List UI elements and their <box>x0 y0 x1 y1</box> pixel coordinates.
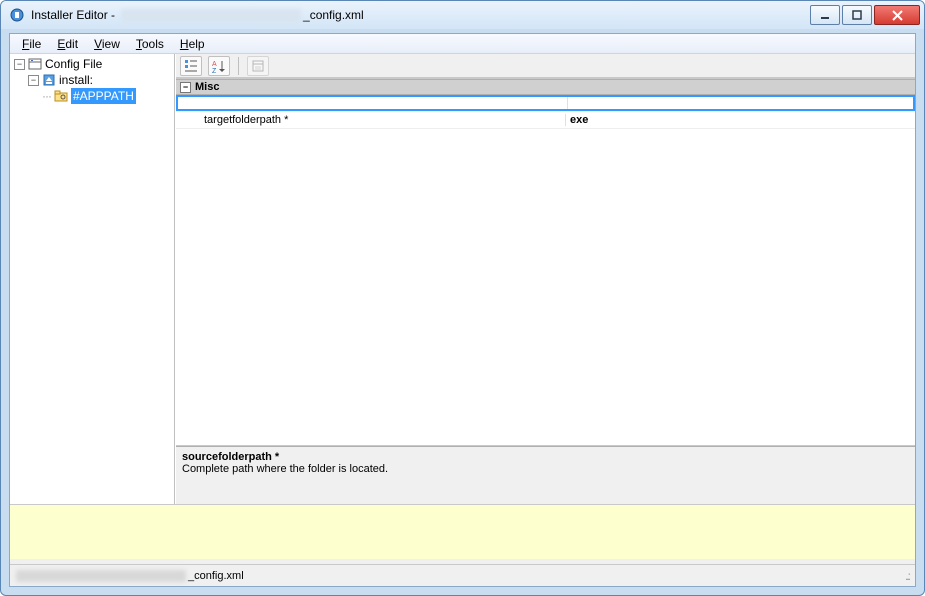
window-title-prefix: Installer Editor - <box>31 8 115 22</box>
desc-prop-name: sourcefolderpath * <box>182 451 909 463</box>
alpha-sort-button[interactable]: AZ <box>208 56 230 76</box>
maximize-button[interactable] <box>842 5 872 25</box>
tree-apppath-row[interactable]: ··· #APPPATH <box>42 88 172 104</box>
property-grid[interactable]: − Misc sourcefolderpath * #APPPATH targe… <box>176 78 915 446</box>
svg-text:Z: Z <box>212 68 217 73</box>
window-buttons <box>808 5 920 25</box>
status-filename: _config.xml <box>188 570 244 582</box>
tree-leaf-dots: ··· <box>42 88 51 104</box>
propgrid-toolbar: AZ <box>176 54 915 78</box>
expand-icon[interactable]: − <box>28 75 39 86</box>
tree-root-row[interactable]: − Config File <box>14 56 172 72</box>
tree-pane[interactable]: − Config File − <box>10 54 175 504</box>
menu-edit[interactable]: Edit <box>49 36 86 52</box>
menubar: File Edit View Tools Help <box>10 34 915 54</box>
resize-grip-icon[interactable]: ..: <box>905 569 909 583</box>
client-area: File Edit View Tools Help − <box>9 33 916 587</box>
property-pages-button[interactable] <box>247 56 269 76</box>
prop-value[interactable]: #APPPATH <box>568 97 913 109</box>
propgrid-category-label: Misc <box>195 81 219 93</box>
window-title-suffix: _config.xml <box>303 8 364 22</box>
propgrid-row[interactable]: sourcefolderpath * #APPPATH <box>176 95 915 112</box>
toolbar-separator <box>238 57 239 75</box>
output-panel[interactable] <box>10 504 915 559</box>
prop-name: targetfolderpath * <box>176 114 566 126</box>
config-icon <box>28 57 42 71</box>
categorized-button[interactable] <box>180 56 202 76</box>
install-icon <box>42 73 56 87</box>
propgrid-category[interactable]: − Misc <box>176 79 915 95</box>
app-window: Installer Editor - _config.xml File Edit… <box>0 0 925 596</box>
app-icon <box>9 7 25 23</box>
collapse-icon[interactable]: − <box>180 82 191 93</box>
status-path-blur <box>16 570 186 582</box>
tree-apppath-label: #APPPATH <box>71 88 136 104</box>
propgrid-description: sourcefolderpath * Complete path where t… <box>176 446 915 504</box>
split-row: − Config File − <box>10 54 915 504</box>
menu-view[interactable]: View <box>86 36 128 52</box>
title-path-blur <box>121 9 301 22</box>
tree-install-row[interactable]: − install: <box>28 72 172 88</box>
minimize-button[interactable] <box>810 5 840 25</box>
workarea: − Config File − <box>10 54 915 559</box>
propgrid-row[interactable]: targetfolderpath * exe <box>176 112 915 129</box>
menu-help[interactable]: Help <box>172 36 213 52</box>
menu-tools[interactable]: Tools <box>128 36 172 52</box>
svg-text:A: A <box>212 61 217 68</box>
close-button[interactable] <box>874 5 920 25</box>
titlebar[interactable]: Installer Editor - _config.xml <box>1 1 924 29</box>
property-pane: AZ − Misc sourcefolderpath * <box>175 54 915 504</box>
tree-root-label: Config File <box>45 56 102 72</box>
menu-file[interactable]: File <box>14 36 49 52</box>
desc-prop-text: Complete path where the folder is locate… <box>182 463 909 475</box>
expand-icon[interactable]: − <box>14 59 25 70</box>
folder-key-icon <box>54 89 68 103</box>
tree-install-label: install: <box>59 72 93 88</box>
prop-value[interactable]: exe <box>566 114 915 126</box>
prop-name: sourcefolderpath * <box>178 97 568 109</box>
statusbar: _config.xml ..: <box>10 564 915 586</box>
